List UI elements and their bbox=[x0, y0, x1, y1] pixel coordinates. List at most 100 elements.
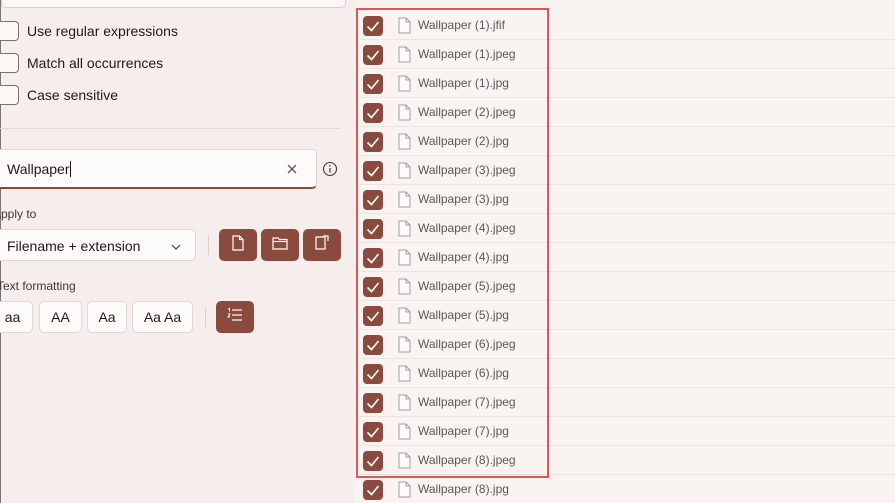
file-checkbox[interactable] bbox=[363, 103, 383, 123]
apply-to-dropdown[interactable]: Filename + extension bbox=[0, 229, 196, 261]
file-checkbox[interactable] bbox=[363, 364, 383, 384]
file-row[interactable]: Wallpaper (8).jpg bbox=[355, 475, 895, 503]
checkmark-icon bbox=[366, 253, 380, 264]
document-icon bbox=[398, 307, 411, 324]
checkmark-icon bbox=[366, 108, 380, 119]
file-row[interactable]: Wallpaper (1).jpeg bbox=[355, 40, 895, 69]
file-checkbox[interactable] bbox=[363, 190, 383, 210]
rename-note-icon bbox=[314, 234, 330, 256]
file-row[interactable]: Wallpaper (4).jpeg bbox=[355, 214, 895, 243]
match-all-label: Match all occurrences bbox=[27, 55, 164, 71]
file-row[interactable]: Wallpaper (1).jfif bbox=[355, 11, 895, 40]
file-name: Wallpaper (3).jpeg bbox=[418, 163, 516, 177]
checkmark-icon bbox=[366, 427, 380, 438]
apply-to-value: Filename + extension bbox=[7, 238, 141, 254]
file-row[interactable]: Wallpaper (7).jpg bbox=[355, 417, 895, 446]
file-checkbox[interactable] bbox=[363, 393, 383, 413]
settings-panel: Use regular expressions Match all occurr… bbox=[0, 0, 355, 503]
replace-input[interactable]: Wallpaper bbox=[0, 149, 317, 189]
file-row[interactable]: Wallpaper (6).jpg bbox=[355, 359, 895, 388]
case-sensitive-label: Case sensitive bbox=[27, 87, 119, 103]
file-name: Wallpaper (4).jpeg bbox=[418, 221, 516, 235]
checkmark-icon bbox=[366, 282, 380, 293]
file-row[interactable]: Wallpaper (2).jpeg bbox=[355, 98, 895, 127]
match-all-option[interactable]: Match all occurrences bbox=[0, 52, 163, 74]
file-row[interactable]: Wallpaper (5).jpg bbox=[355, 301, 895, 330]
section-divider bbox=[0, 128, 341, 129]
file-list: Wallpaper (1).jfif Wallpaper (1).jpeg Wall… bbox=[355, 0, 895, 503]
capitalize-each-button[interactable]: Aa Aa bbox=[132, 301, 193, 333]
file-row[interactable]: Wallpaper (2).jpg bbox=[355, 127, 895, 156]
clear-icon[interactable] bbox=[282, 159, 302, 179]
checkmark-icon bbox=[366, 224, 380, 235]
file-row[interactable]: Wallpaper (6).jpeg bbox=[355, 330, 895, 359]
file-row[interactable]: Wallpaper (4).jpg bbox=[355, 243, 895, 272]
file-row[interactable]: Wallpaper (3).jpeg bbox=[355, 156, 895, 185]
file-name: Wallpaper (1).jfif bbox=[418, 18, 505, 32]
include-subfolders-button[interactable] bbox=[303, 229, 341, 261]
file-name: Wallpaper (7).jpeg bbox=[418, 395, 516, 409]
file-checkbox[interactable] bbox=[363, 277, 383, 297]
file-row[interactable]: Wallpaper (8).jpeg bbox=[355, 446, 895, 475]
search-for-input[interactable] bbox=[1, 0, 346, 8]
file-name: Wallpaper (6).jpg bbox=[418, 366, 509, 380]
chevron-down-icon bbox=[170, 240, 182, 252]
file-name: Wallpaper (1).jpg bbox=[418, 76, 509, 90]
file-checkbox[interactable] bbox=[363, 45, 383, 65]
use-regex-option[interactable]: Use regular expressions bbox=[0, 20, 178, 42]
document-icon bbox=[398, 46, 411, 63]
lowercase-button[interactable]: aa bbox=[0, 301, 33, 333]
file-name: Wallpaper (1).jpeg bbox=[418, 47, 516, 61]
document-icon bbox=[398, 162, 411, 179]
info-icon[interactable] bbox=[322, 161, 338, 177]
document-icon bbox=[398, 104, 411, 121]
document-icon bbox=[398, 481, 411, 498]
file-checkbox[interactable] bbox=[363, 161, 383, 181]
toolbar-separator bbox=[208, 235, 209, 255]
checkmark-icon bbox=[366, 50, 380, 61]
file-name: Wallpaper (6).jpeg bbox=[418, 337, 516, 351]
toolbar-separator bbox=[205, 307, 206, 327]
document-icon bbox=[398, 220, 411, 237]
document-icon bbox=[398, 423, 411, 440]
file-name: Wallpaper (5).jpg bbox=[418, 308, 509, 322]
file-name: Wallpaper (3).jpg bbox=[418, 192, 509, 206]
document-icon bbox=[398, 17, 411, 34]
file-checkbox[interactable] bbox=[363, 451, 383, 471]
file-checkbox[interactable] bbox=[363, 306, 383, 326]
enumerate-items-button[interactable] bbox=[216, 301, 254, 333]
file-icon bbox=[231, 234, 245, 256]
file-checkbox[interactable] bbox=[363, 335, 383, 355]
include-folders-button[interactable] bbox=[261, 229, 299, 261]
use-regex-label: Use regular expressions bbox=[27, 23, 178, 39]
file-checkbox[interactable] bbox=[363, 74, 383, 94]
checkmark-icon bbox=[366, 369, 380, 380]
checkmark-icon bbox=[366, 166, 380, 177]
case-sensitive-option[interactable]: Case sensitive bbox=[0, 84, 118, 106]
document-icon bbox=[398, 336, 411, 353]
file-checkbox[interactable] bbox=[363, 248, 383, 268]
file-checkbox[interactable] bbox=[363, 132, 383, 152]
file-row[interactable]: Wallpaper (7).jpeg bbox=[355, 388, 895, 417]
include-files-button[interactable] bbox=[219, 229, 257, 261]
document-icon bbox=[398, 278, 411, 295]
match-all-checkbox[interactable] bbox=[0, 53, 19, 73]
file-row[interactable]: Wallpaper (1).jpg bbox=[355, 69, 895, 98]
file-name: Wallpaper (4).jpg bbox=[418, 250, 509, 264]
checkmark-icon bbox=[366, 195, 380, 206]
file-checkbox[interactable] bbox=[363, 16, 383, 36]
file-checkbox[interactable] bbox=[363, 219, 383, 239]
file-checkbox[interactable] bbox=[363, 480, 383, 500]
uppercase-button[interactable]: AA bbox=[39, 301, 82, 333]
file-checkbox[interactable] bbox=[363, 422, 383, 442]
document-icon bbox=[398, 452, 411, 469]
case-sensitive-checkbox[interactable] bbox=[0, 85, 19, 105]
checkmark-icon bbox=[366, 398, 380, 409]
file-row[interactable]: Wallpaper (3).jpg bbox=[355, 185, 895, 214]
file-row[interactable]: Wallpaper (5).jpeg bbox=[355, 272, 895, 301]
file-name: Wallpaper (2).jpeg bbox=[418, 105, 516, 119]
list-numbers-icon bbox=[227, 307, 243, 328]
titlecase-button[interactable]: Aa bbox=[87, 301, 127, 333]
use-regex-checkbox[interactable] bbox=[0, 21, 19, 41]
document-icon bbox=[398, 394, 411, 411]
